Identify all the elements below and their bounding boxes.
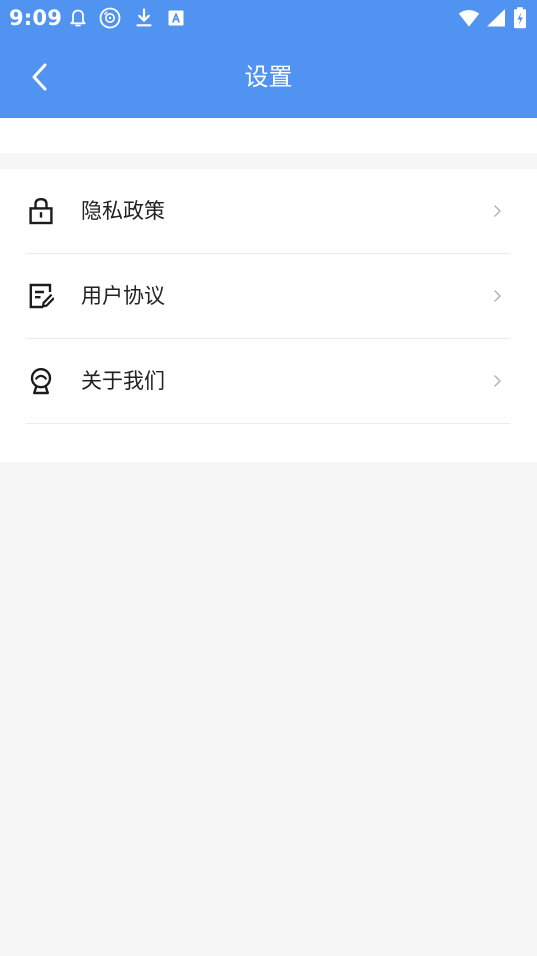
chevron-right-icon <box>494 205 501 217</box>
chevron-right-icon <box>494 375 501 387</box>
settings-item-user-agreement[interactable]: 用户协议 <box>26 254 510 339</box>
badge-icon <box>30 367 52 395</box>
wifi-icon <box>458 10 480 27</box>
disc-icon <box>99 7 121 29</box>
status-bar: 9:09 <box>0 0 537 36</box>
lock-icon <box>29 197 53 225</box>
battery-charging-icon <box>514 7 526 29</box>
page-title: 设置 <box>244 63 293 91</box>
settings-list: 隐私政策 用户协议 关于我们 <box>0 169 537 462</box>
header-spacer <box>0 118 537 153</box>
settings-item-about-us[interactable]: 关于我们 <box>26 339 510 424</box>
edit-document-icon <box>29 283 54 309</box>
settings-item-label: 用户协议 <box>81 284 165 308</box>
notification-bell-icon <box>70 9 86 27</box>
keyboard-a-icon <box>168 10 184 26</box>
cell-signal-icon <box>487 9 505 27</box>
settings-item-privacy-policy[interactable]: 隐私政策 <box>26 169 510 254</box>
status-time: 9:09 <box>9 6 63 30</box>
chevron-right-icon <box>494 290 501 302</box>
settings-item-label: 隐私政策 <box>81 199 165 223</box>
app-bar: 设置 <box>0 36 537 118</box>
top-bar: 9:09 设置 <box>0 0 537 118</box>
settings-item-label: 关于我们 <box>81 369 165 393</box>
download-icon <box>136 8 152 27</box>
